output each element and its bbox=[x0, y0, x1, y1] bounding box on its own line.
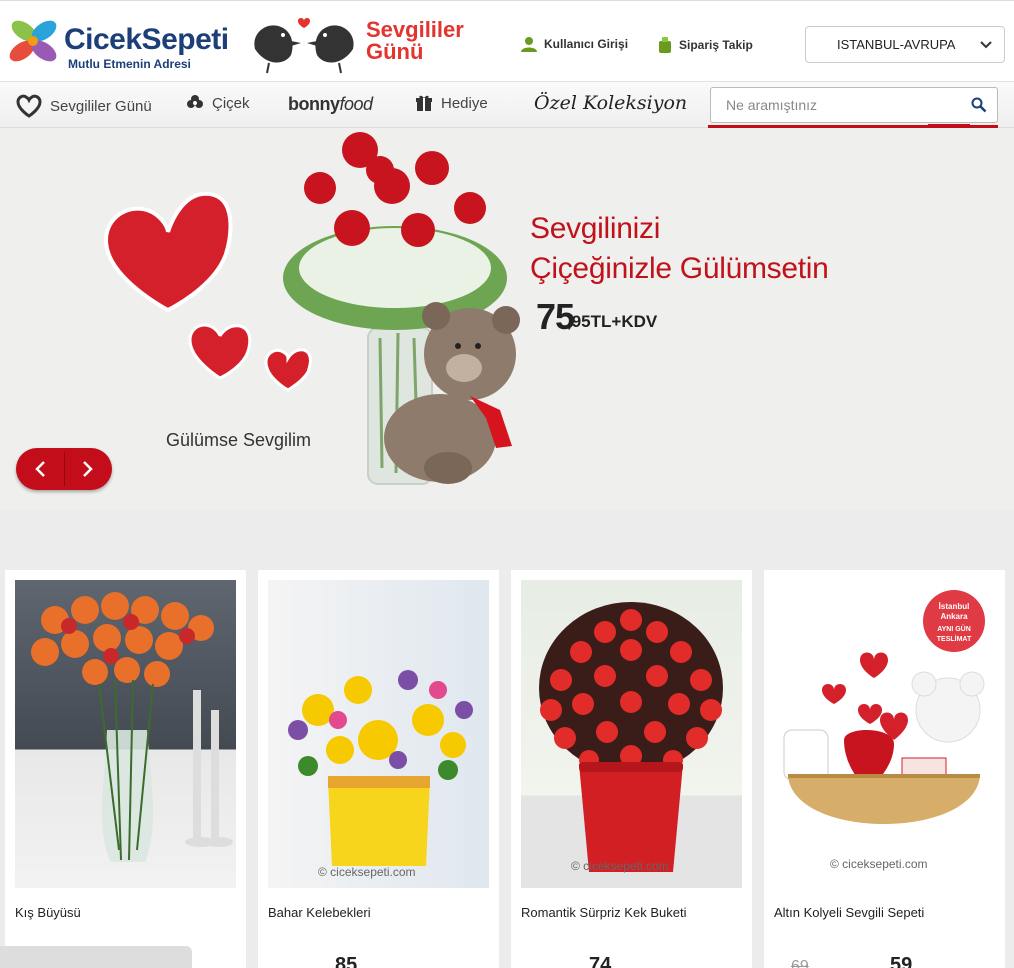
order-tracking-link[interactable]: Sipariş Takip bbox=[657, 36, 753, 54]
product-name[interactable]: Bahar Kelebekleri bbox=[268, 905, 371, 920]
order-tracking-label: Sipariş Takip bbox=[679, 38, 753, 52]
product-watermark: © ciceksepeti.com bbox=[830, 857, 928, 871]
badge-line: TESLİMAT bbox=[936, 636, 972, 643]
banner-illustration bbox=[103, 132, 520, 485]
product-image[interactable]: © ciceksepeti.com İstanbul Ankara AYNI G… bbox=[774, 580, 995, 888]
product-name[interactable]: Romantik Sürpriz Kek Buketi bbox=[521, 905, 686, 920]
product-name[interactable]: Kış Büyüsü bbox=[15, 905, 81, 920]
cake-bouquet-image: © ciceksepeti.com bbox=[539, 602, 723, 873]
nav-item-gift[interactable]: Hediye bbox=[415, 94, 488, 112]
banner-caption: Gülümse Sevgilim bbox=[166, 430, 312, 450]
product-card[interactable]: © ciceksepeti.com Bahar Kelebekleri 85 bbox=[258, 570, 499, 968]
product-image[interactable]: © ciceksepeti.com bbox=[268, 580, 489, 888]
user-login-link[interactable]: Kullanıcı Girişi bbox=[520, 36, 628, 52]
product-watermark: © ciceksepeti.com bbox=[318, 865, 416, 879]
chevron-down-icon bbox=[980, 41, 992, 49]
product-card[interactable]: Kış Büyüsü 85 bbox=[5, 570, 246, 968]
food-label: food bbox=[339, 94, 374, 114]
product-image[interactable] bbox=[15, 580, 236, 888]
chevron-right-icon bbox=[83, 461, 93, 477]
gift-icon bbox=[416, 95, 432, 111]
logo-tagline: Mutlu Etmenin Adresi bbox=[68, 57, 191, 71]
logo-wordmark: CicekSepeti bbox=[64, 23, 229, 56]
badge-line: AYNI GÜN bbox=[937, 626, 971, 633]
same-day-delivery-badge: İstanbul Ankara AYNI GÜN TESLİMAT bbox=[923, 590, 985, 652]
product-old-price: 69 bbox=[791, 958, 809, 968]
campaign-title-line1: Sevgililer bbox=[366, 17, 464, 42]
banner-slogan-line2: Çiçeğinizle Gülümsetin bbox=[530, 252, 829, 285]
badge-line: Ankara bbox=[940, 612, 968, 621]
site-logo[interactable]: CicekSepeti Mutlu Etmenin Adresi bbox=[4, 17, 229, 73]
bonny-label: bonny bbox=[288, 94, 340, 114]
city-select-value: ISTANBUL-AVRUPA bbox=[837, 37, 956, 52]
nav-item-label: Çiçek bbox=[212, 94, 250, 112]
bottom-overlay-tab[interactable] bbox=[0, 946, 192, 968]
nav-item-label: Hediye bbox=[441, 94, 488, 112]
product-card[interactable]: © ciceksepeti.com İstanbul Ankara AYNI G… bbox=[764, 570, 1005, 968]
valentines-campaign-logo[interactable]: Sevgililer Günü bbox=[245, 11, 475, 75]
top-header: CicekSepeti Mutlu Etmenin Adresi Sevgili… bbox=[0, 0, 1014, 82]
package-icon bbox=[659, 37, 671, 53]
rose-bouquet-image bbox=[31, 592, 233, 862]
product-price: 85 bbox=[335, 954, 358, 968]
slider-prev-button[interactable] bbox=[16, 448, 64, 490]
badge-line: İstanbul bbox=[938, 602, 970, 611]
search-icon[interactable] bbox=[971, 97, 987, 113]
product-card[interactable]: © ciceksepeti.com Romantik Sürpriz Kek B… bbox=[511, 570, 752, 968]
big-heart-icon bbox=[103, 191, 233, 313]
logo-petals-icon bbox=[9, 20, 57, 62]
campaign-title-line2: Günü bbox=[366, 39, 424, 64]
nav-item-special-collection[interactable]: Özel Koleksiyon bbox=[534, 92, 687, 114]
campaign-title: Sevgililer Günü bbox=[366, 19, 464, 63]
lovebirds-icon bbox=[254, 18, 354, 74]
flower-box-image: © ciceksepeti.com bbox=[288, 670, 473, 879]
banner-slogan-line1: Sevgilinizi bbox=[530, 212, 661, 245]
banner-price-rest: ,95TL+KDV bbox=[567, 312, 658, 331]
heart-icon bbox=[16, 94, 42, 118]
product-price: 74 bbox=[589, 954, 612, 968]
product-watermark: © ciceksepeti.com bbox=[571, 859, 669, 873]
user-login-label: Kullanıcı Girişi bbox=[544, 37, 629, 51]
city-select[interactable]: ISTANBUL-AVRUPA bbox=[805, 26, 1005, 63]
product-image[interactable]: © ciceksepeti.com bbox=[521, 580, 742, 888]
flower-icon bbox=[187, 95, 203, 108]
nav-item-label: Sevgililer Günü bbox=[50, 97, 152, 115]
product-price: 59 bbox=[890, 954, 913, 968]
search-input[interactable] bbox=[711, 88, 961, 122]
slider-next-button[interactable] bbox=[64, 448, 112, 490]
product-name[interactable]: Altın Kolyeli Sevgili Sepeti bbox=[774, 905, 924, 920]
medium-heart-icon bbox=[188, 323, 252, 380]
nav-item-flower[interactable]: Çiçek bbox=[186, 94, 250, 112]
hero-banner[interactable]: Sevgilinizi Çiçeğinizle Gülümsetin 75 ,9… bbox=[0, 128, 1014, 510]
search-box bbox=[710, 87, 998, 123]
user-icon bbox=[521, 37, 537, 52]
nav-item-bonny-food[interactable]: bonnyfood bbox=[288, 94, 373, 115]
chevron-left-icon bbox=[35, 461, 45, 477]
slider-controls bbox=[16, 448, 112, 490]
small-heart-icon bbox=[264, 348, 312, 392]
nav-item-valentines[interactable]: Sevgililer Günü bbox=[16, 94, 152, 118]
